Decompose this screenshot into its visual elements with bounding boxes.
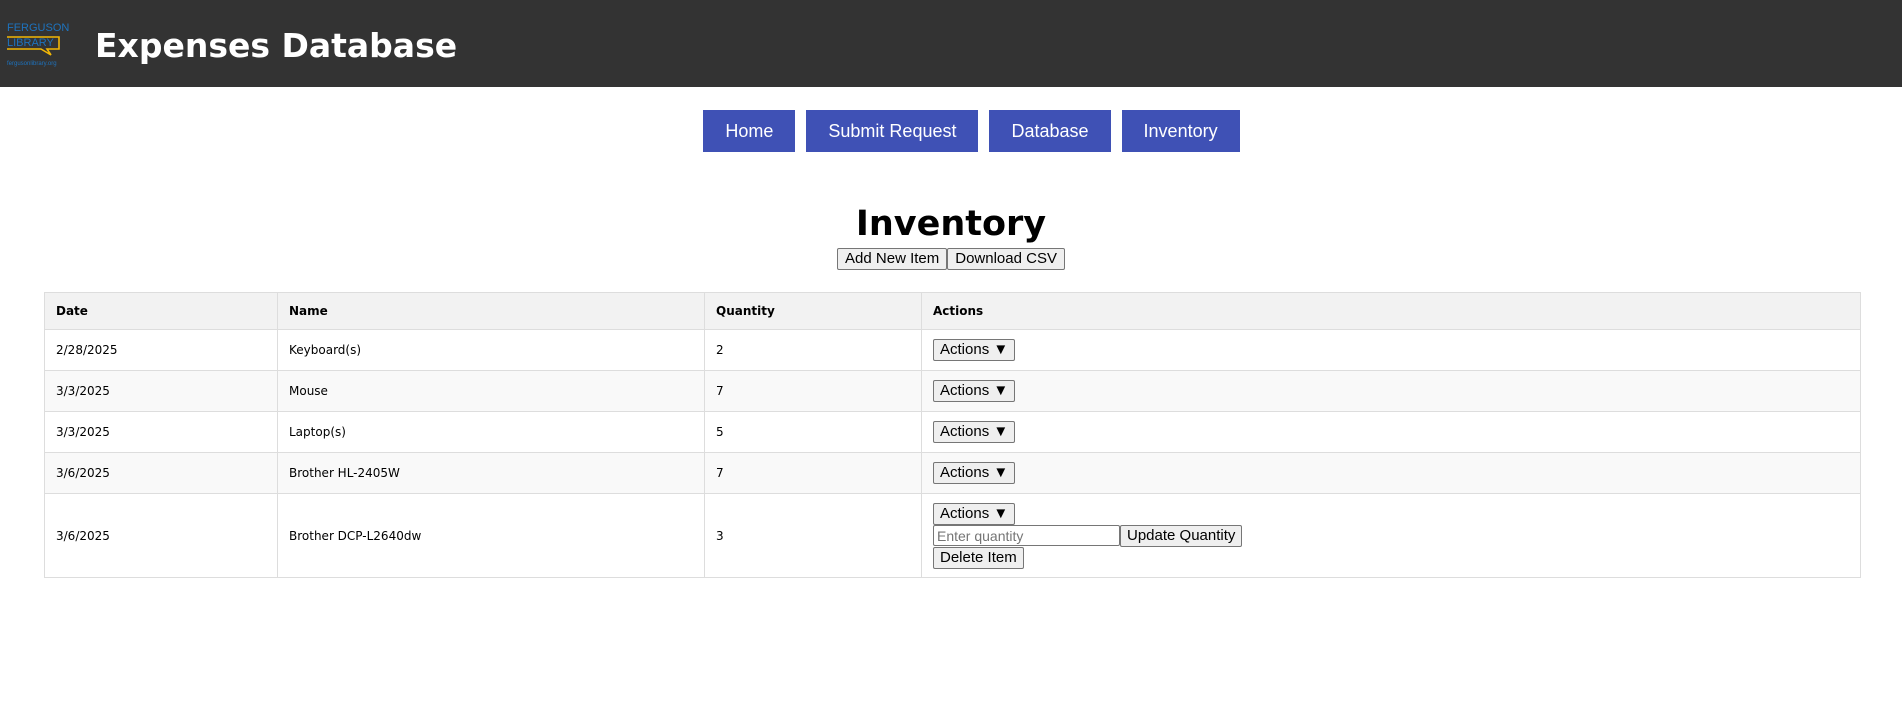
cell-date: 3/6/2025 [44, 452, 278, 494]
cell-actions: Actions ▼ [921, 452, 1861, 494]
actions-dropdown-button[interactable]: Actions ▼ [933, 380, 1016, 402]
table-row: 3/3/2025 Mouse 7 Actions ▼ [44, 370, 1861, 412]
cell-quantity: 7 [704, 452, 922, 494]
inventory-toolbar: Add New Item Download CSV [0, 248, 1902, 270]
inventory-table-container: Date Name Quantity Actions 2/28/2025 Key… [44, 292, 1861, 578]
inventory-table: Date Name Quantity Actions 2/28/2025 Key… [44, 292, 1861, 578]
actions-dropdown-button[interactable]: Actions ▼ [933, 462, 1016, 484]
page-title: Inventory [855, 204, 1047, 244]
table-row: 3/3/2025 Laptop(s) 5 Actions ▼ [44, 411, 1861, 453]
logo-text-bottom: LIBRARY [7, 37, 55, 49]
actions-dropdown-button[interactable]: Actions ▼ [933, 421, 1016, 443]
cell-name: Brother DCP-L2640dw [277, 493, 705, 578]
app-title: Expenses Database [95, 26, 458, 65]
quantity-input[interactable] [933, 525, 1120, 546]
column-header-quantity: Quantity [704, 292, 922, 330]
logo-text-top: FERGUSON [7, 22, 69, 34]
update-quantity-button[interactable]: Update Quantity [1120, 524, 1243, 547]
cell-name: Mouse [277, 370, 705, 412]
cell-name: Keyboard(s) [277, 329, 705, 371]
table-row: 2/28/2025 Keyboard(s) 2 Actions ▼ [44, 329, 1861, 371]
nav-submit-request-button[interactable]: Submit Request [806, 110, 979, 152]
table-row: 3/6/2025 Brother DCP-L2640dw 3 Actions ▼… [44, 493, 1861, 578]
cell-name: Brother HL-2405W [277, 452, 705, 494]
cell-date: 2/28/2025 [44, 329, 278, 371]
delete-item-button[interactable]: Delete Item [933, 546, 1024, 569]
cell-actions: Actions ▼ [921, 329, 1861, 371]
nav-database-button[interactable]: Database [989, 110, 1111, 152]
cell-date: 3/3/2025 [44, 370, 278, 412]
cell-date: 3/3/2025 [44, 411, 278, 453]
column-header-actions: Actions [921, 292, 1861, 330]
table-row: 3/6/2025 Brother HL-2405W 7 Actions ▼ [44, 452, 1861, 494]
cell-actions: Actions ▼ [921, 370, 1861, 412]
nav-inventory-button[interactable]: Inventory [1121, 110, 1240, 152]
table-header-row: Date Name Quantity Actions [44, 292, 1861, 330]
download-csv-button[interactable]: Download CSV [947, 248, 1065, 270]
add-new-item-button[interactable]: Add New Item [837, 248, 948, 270]
cell-quantity: 3 [704, 493, 922, 578]
main-nav: Home Submit Request Database Inventory [0, 110, 1902, 152]
nav-home-button[interactable]: Home [703, 110, 796, 152]
cell-quantity: 5 [704, 411, 922, 453]
ferguson-library-logo[interactable]: FERGUSON LIBRARY fergusonlibrary.org [7, 19, 73, 69]
cell-quantity: 7 [704, 370, 922, 412]
actions-expanded-panel: Actions ▼ Update Quantity Delete Item [933, 502, 1849, 569]
cell-actions: Actions ▼ Update Quantity Delete Item [921, 493, 1861, 578]
app-header: FERGUSON LIBRARY fergusonlibrary.org Exp… [0, 0, 1902, 87]
cell-quantity: 2 [704, 329, 922, 371]
actions-dropdown-button[interactable]: Actions ▼ [933, 339, 1016, 361]
cell-name: Laptop(s) [277, 411, 705, 453]
column-header-date: Date [44, 292, 278, 330]
actions-dropdown-button[interactable]: Actions ▼ [933, 502, 1016, 525]
column-header-name: Name [277, 292, 705, 330]
logo-url-text: fergusonlibrary.org [7, 61, 57, 67]
cell-date: 3/6/2025 [44, 493, 278, 578]
cell-actions: Actions ▼ [921, 411, 1861, 453]
